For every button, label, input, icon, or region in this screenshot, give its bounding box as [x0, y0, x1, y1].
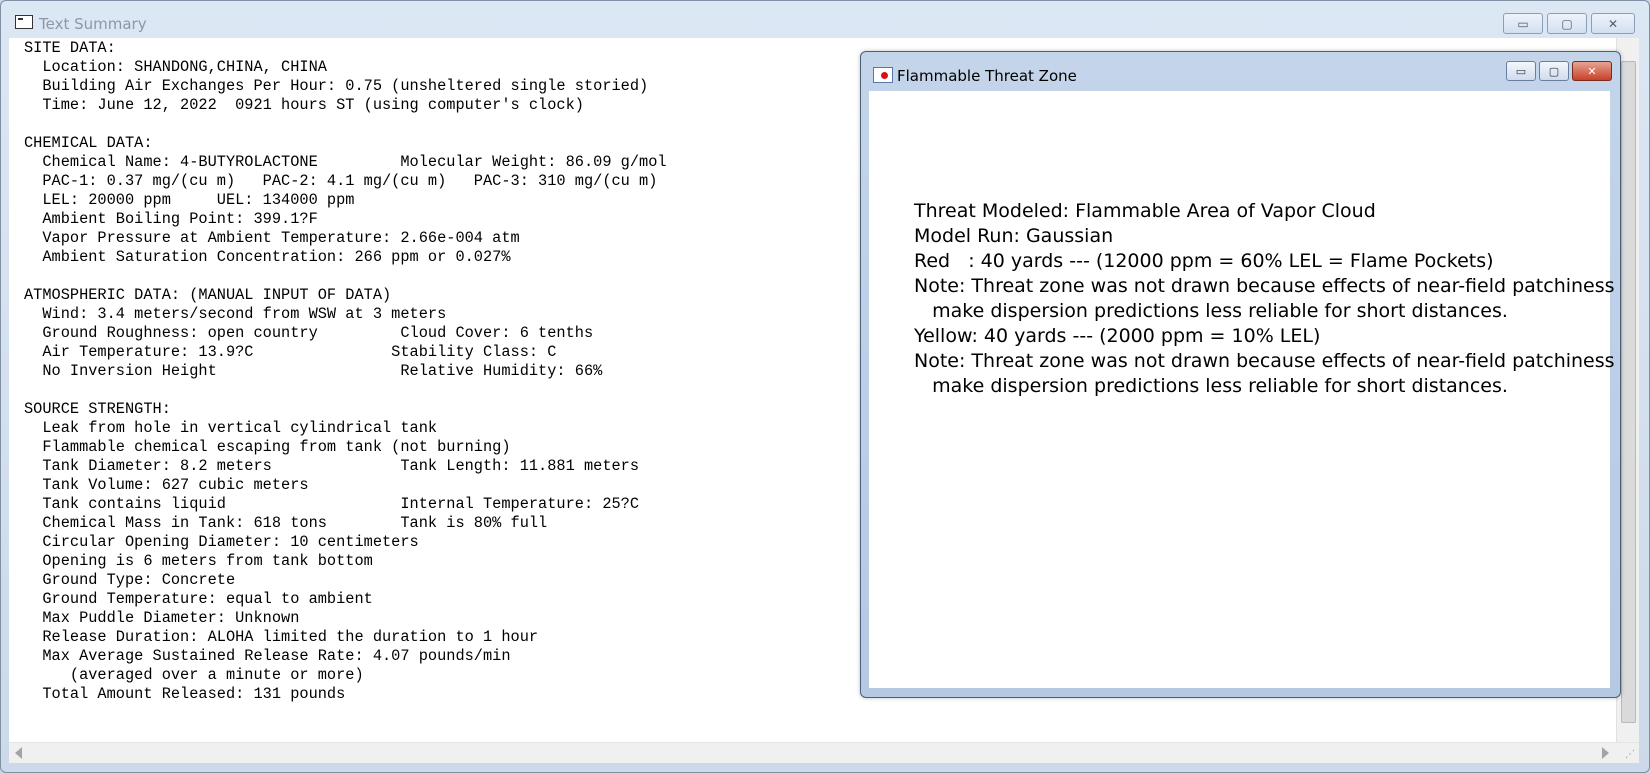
threat-line: make dispersion predictions less reliabl…: [914, 300, 1508, 322]
threat-line: Note: Threat zone was not drawn because …: [914, 275, 1615, 297]
summary-line: Max Average Sustained Release Rate: 4.07…: [24, 647, 511, 665]
minimize-button[interactable]: ▭: [1503, 13, 1543, 34]
summary-line: Tank Diameter: 8.2 meters Tank Length: 1…: [24, 457, 640, 475]
summary-line: Total Amount Released: 131 pounds: [24, 685, 346, 703]
threat-line: Model Run: Gaussian: [914, 225, 1114, 247]
summary-line: Building Air Exchanges Per Hour: 0.75 (u…: [24, 77, 649, 95]
summary-line: SITE DATA:: [24, 39, 116, 57]
summary-line: Ground Type: Concrete: [24, 571, 236, 589]
threat-line: Red : 40 yards --- (12000 ppm = 60% LEL …: [914, 250, 1494, 272]
summary-line: Opening is 6 meters from tank bottom: [24, 552, 373, 570]
summary-line: Flammable chemical escaping from tank (n…: [24, 438, 511, 456]
threat-maximize-button[interactable]: ▢: [1539, 61, 1569, 81]
summary-line: Air Temperature: 13.9?C Stability Class:…: [24, 343, 557, 361]
flammable-threat-zone-window: Flammable Threat Zone ▭ ▢ ✕ Threat Model…: [860, 51, 1621, 698]
threat-line: Note: Threat zone was not drawn because …: [914, 350, 1615, 372]
threat-line: Yellow: 40 yards --- (2000 ppm = 10% LEL…: [914, 325, 1321, 347]
summary-line: Leak from hole in vertical cylindrical t…: [24, 419, 438, 437]
maximize-icon: ▢: [1561, 16, 1573, 31]
maximize-icon: ▢: [1548, 64, 1560, 78]
threat-zone-icon: [873, 67, 893, 83]
threat-zone-text: Threat Modeled: Flammable Area of Vapor …: [914, 199, 1615, 399]
app-icon: [15, 15, 33, 29]
summary-line: Ground Temperature: equal to ambient: [24, 590, 373, 608]
close-button[interactable]: ✕: [1591, 13, 1635, 34]
summary-line: Wind: 3.4 meters/second from WSW at 3 me…: [24, 305, 447, 323]
summary-line: Ambient Boiling Point: 399.1?F: [24, 210, 318, 228]
threat-line: Threat Modeled: Flammable Area of Vapor …: [914, 200, 1376, 222]
summary-line: LEL: 20000 ppm UEL: 134000 ppm: [24, 191, 355, 209]
summary-line: Tank Volume: 627 cubic meters: [24, 476, 309, 494]
threat-minimize-button[interactable]: ▭: [1506, 61, 1536, 81]
summary-line: CHEMICAL DATA:: [24, 134, 153, 152]
horizontal-scrollbar[interactable]: ⋰: [9, 742, 1639, 763]
window-title: Text Summary: [39, 15, 147, 33]
window-controls: ▭ ▢ ✕: [1503, 13, 1635, 34]
threat-window-title: Flammable Threat Zone: [897, 67, 1077, 85]
summary-line: Chemical Name: 4-BUTYROLACTONE Molecular…: [24, 153, 667, 171]
close-icon: ✕: [1607, 16, 1619, 31]
summary-line: SOURCE STRENGTH:: [24, 400, 171, 418]
summary-line: Chemical Mass in Tank: 618 tons Tank is …: [24, 514, 548, 532]
threat-line: make dispersion predictions less reliabl…: [914, 375, 1508, 397]
close-icon: ✕: [1587, 64, 1597, 78]
vertical-scroll-thumb[interactable]: [1621, 61, 1636, 723]
summary-line: PAC-1: 0.37 mg/(cu m) PAC-2: 4.1 mg/(cu …: [24, 172, 658, 190]
summary-line: No Inversion Height Relative Humidity: 6…: [24, 362, 603, 380]
threat-close-button[interactable]: ✕: [1572, 61, 1612, 81]
summary-line: Ambient Saturation Concentration: 266 pp…: [24, 248, 511, 266]
minimize-icon: ▭: [1517, 16, 1529, 31]
main-titlebar[interactable]: Text Summary ▭ ▢ ✕: [1, 1, 1649, 37]
scroll-right-icon[interactable]: [1602, 747, 1609, 759]
resize-grip-icon[interactable]: ⋰: [1625, 749, 1635, 760]
threat-zone-content: Threat Modeled: Flammable Area of Vapor …: [869, 91, 1615, 688]
summary-line: Vapor Pressure at Ambient Temperature: 2…: [24, 229, 520, 247]
summary-line: Location: SHANDONG,CHINA, CHINA: [24, 58, 327, 76]
minimize-icon: ▭: [1515, 64, 1527, 78]
scroll-left-icon[interactable]: [15, 747, 22, 759]
summary-line: Max Puddle Diameter: Unknown: [24, 609, 300, 627]
summary-line: Ground Roughness: open country Cloud Cov…: [24, 324, 594, 342]
summary-line: Tank contains liquid Internal Temperatur…: [24, 495, 640, 513]
maximize-button[interactable]: ▢: [1547, 13, 1587, 34]
summary-line: Time: June 12, 2022 0921 hours ST (using…: [24, 96, 584, 114]
summary-line: (averaged over a minute or more): [24, 666, 364, 684]
summary-text: SITE DATA: Location: SHANDONG,CHINA, CHI…: [24, 39, 667, 704]
summary-line: Release Duration: ALOHA limited the dura…: [24, 628, 539, 646]
summary-line: Circular Opening Diameter: 10 centimeter…: [24, 533, 419, 551]
threat-titlebar[interactable]: Flammable Threat Zone ▭ ▢ ✕: [861, 52, 1620, 88]
summary-line: ATMOSPHERIC DATA: (MANUAL INPUT OF DATA): [24, 286, 392, 304]
threat-window-controls: ▭ ▢ ✕: [1506, 61, 1612, 81]
